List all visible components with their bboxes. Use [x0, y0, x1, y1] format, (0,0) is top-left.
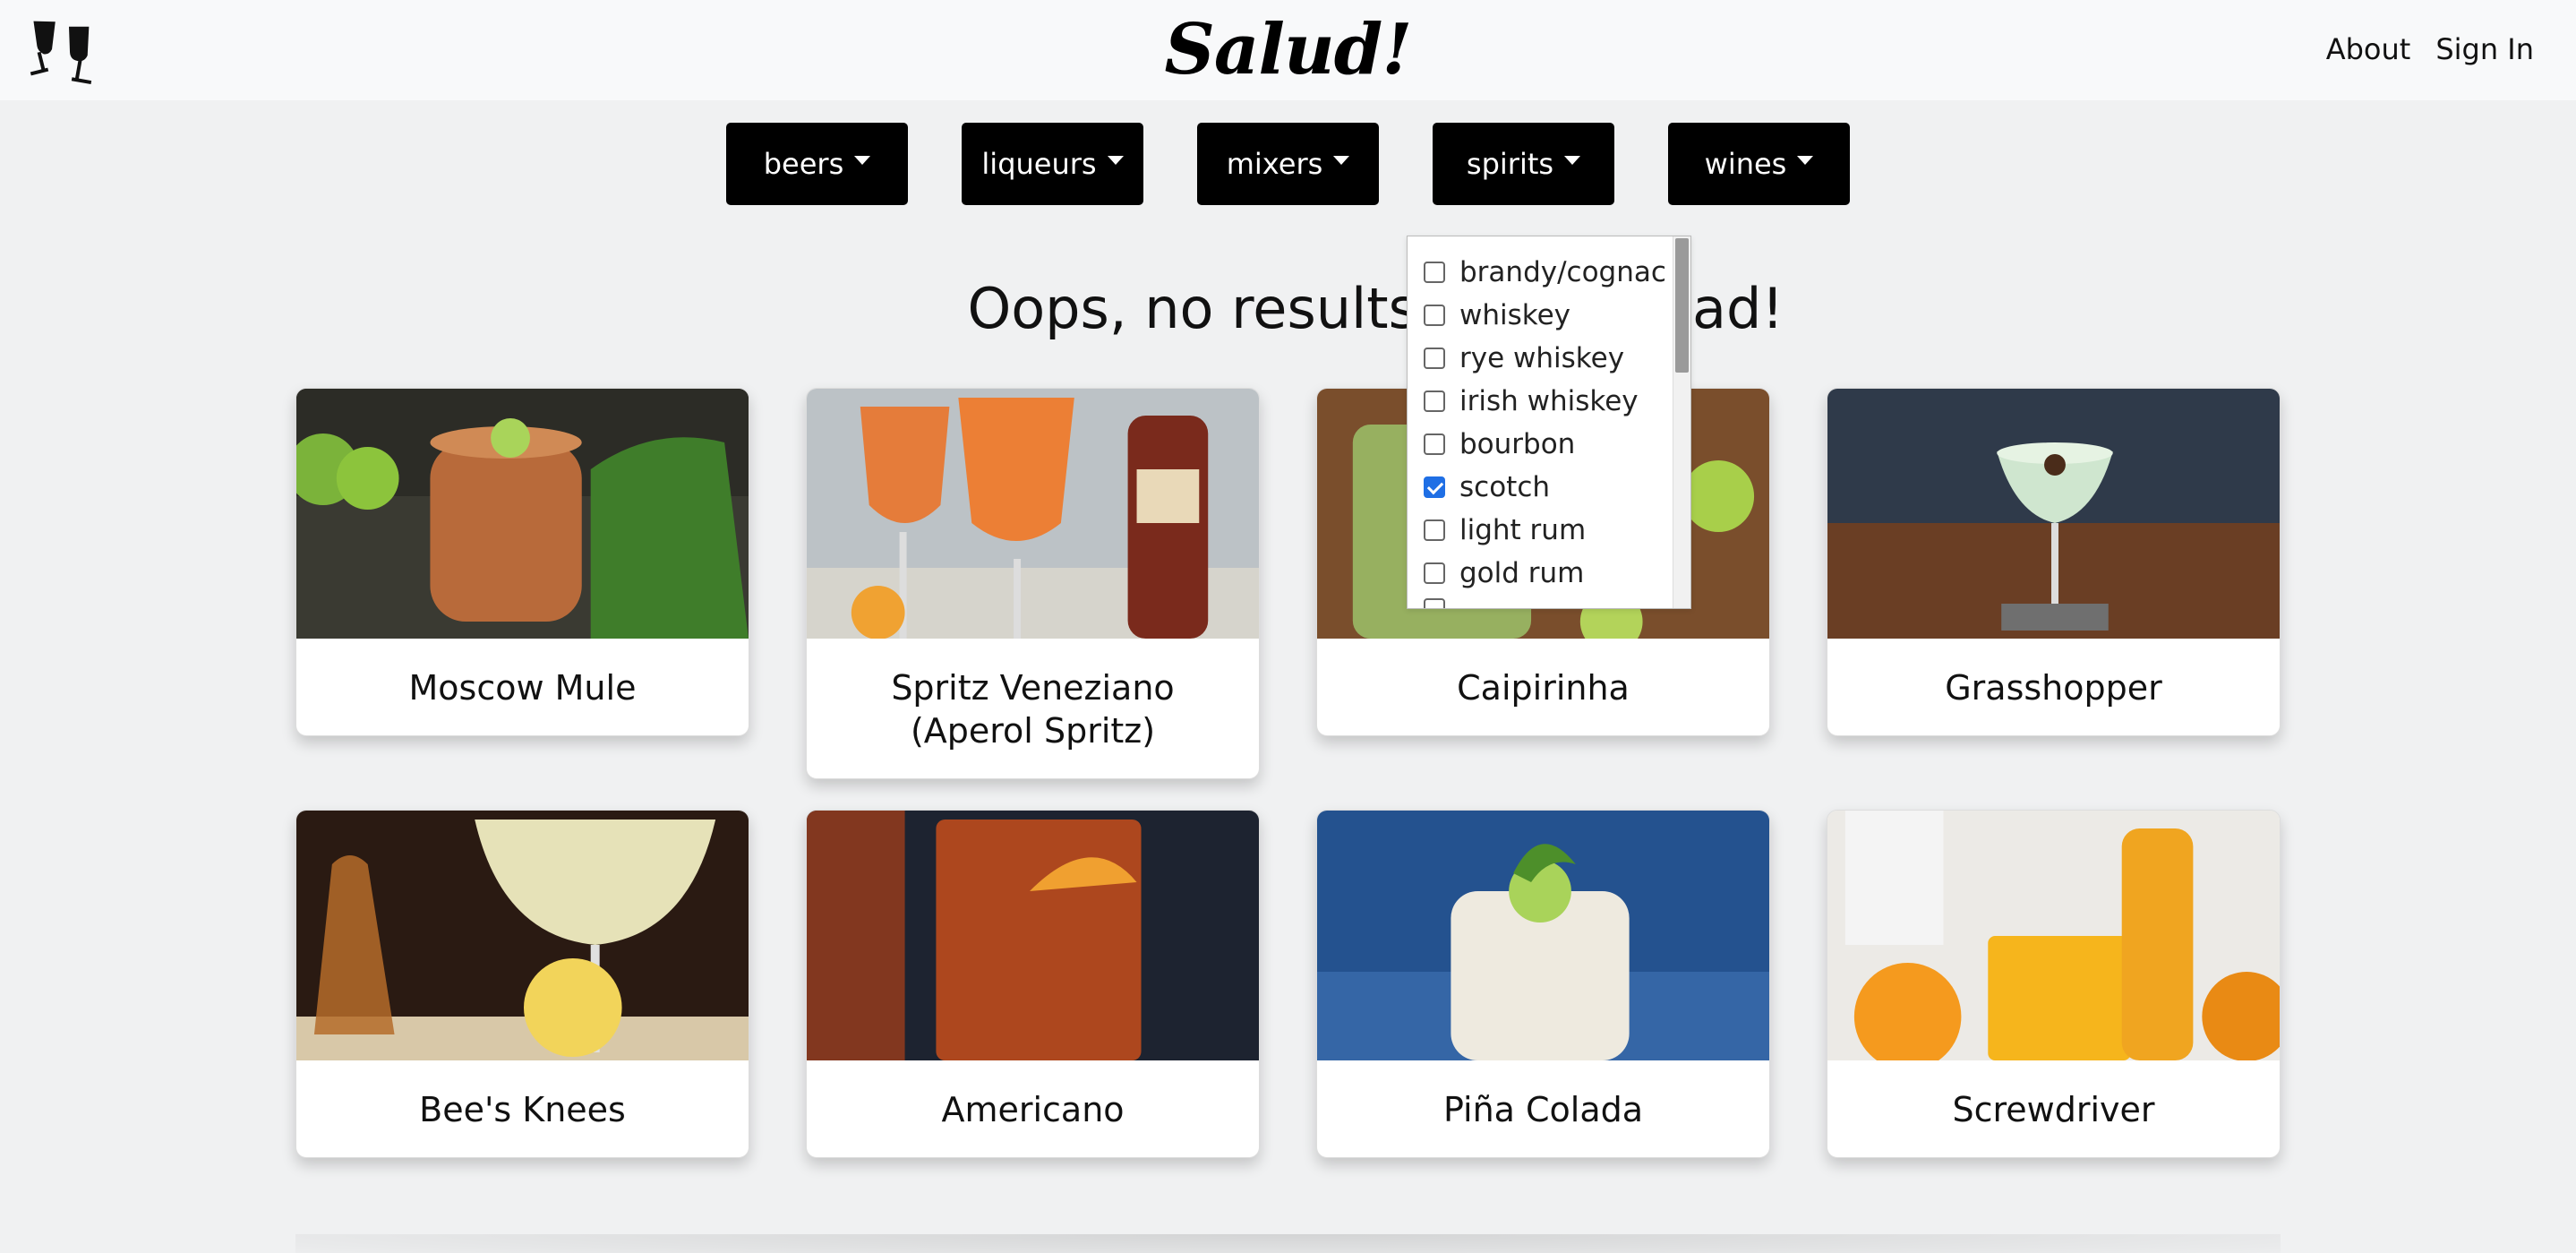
scrollbar-thumb[interactable] [1675, 238, 1689, 373]
filter-label: mixers [1226, 147, 1323, 181]
drink-title: Bee's Knees [419, 1090, 626, 1129]
message-tail: ad! [1692, 276, 1784, 341]
filter-label: liqueurs [981, 147, 1097, 181]
option-label: irish whiskey [1459, 385, 1639, 417]
drink-image [1827, 811, 2280, 1060]
drink-card-grasshopper[interactable]: Grasshopper [1827, 388, 2281, 736]
filter-label: spirits [1466, 147, 1554, 181]
option-light-rum[interactable]: light rum [1424, 514, 1586, 546]
nav-about-link[interactable]: About [2326, 32, 2411, 66]
drink-title: Grasshopper [1945, 668, 2162, 708]
drink-title: Screwdriver [1952, 1090, 2155, 1129]
drink-title: Americano [941, 1090, 1125, 1129]
caret-down-icon [854, 156, 871, 165]
drink-card-bees-knees[interactable]: Bee's Knees [295, 810, 749, 1158]
filter-label: beers [763, 147, 844, 181]
checkbox-checked[interactable] [1424, 476, 1445, 498]
caret-down-icon [1797, 156, 1814, 165]
drink-card-americano[interactable]: Americano [806, 810, 1260, 1158]
checkbox[interactable] [1424, 562, 1445, 584]
drink-title: Moscow Mule [408, 668, 637, 708]
option-label: rye whiskey [1459, 342, 1625, 374]
checkbox[interactable] [1424, 348, 1445, 369]
filter-liqueurs-button[interactable]: liqueurs [962, 123, 1143, 205]
drink-title: Caipirinha [1457, 668, 1630, 708]
nav-sign-in-link[interactable]: Sign In [2435, 32, 2534, 66]
drink-image [1317, 811, 1769, 1060]
drink-image [807, 811, 1259, 1060]
checkbox[interactable] [1424, 262, 1445, 283]
filter-beers-button[interactable]: beers [726, 123, 908, 205]
filter-label: wines [1704, 147, 1787, 181]
option-gold-rum[interactable]: gold rum [1424, 557, 1584, 589]
drink-image [1827, 389, 2280, 639]
caret-down-icon [1107, 156, 1124, 165]
option-brandy-cognac[interactable]: brandy/cognac [1424, 256, 1666, 288]
option-label: scotch [1459, 471, 1551, 503]
filter-bar: beers liqueurs mixers spirits wines [0, 123, 2576, 205]
checkbox [1424, 598, 1445, 608]
checkbox[interactable] [1424, 390, 1445, 412]
bottom-shadow [295, 1234, 2281, 1253]
filter-mixers-button[interactable]: mixers [1197, 123, 1379, 205]
option-bourbon[interactable]: bourbon [1424, 428, 1575, 460]
drink-card-screwdriver[interactable]: Screwdriver [1827, 810, 2281, 1158]
option-label: gold rum [1459, 557, 1585, 589]
checkbox[interactable] [1424, 433, 1445, 455]
drink-image [807, 389, 1259, 639]
option-rye-whiskey[interactable]: rye whiskey [1424, 342, 1624, 374]
drink-image [296, 811, 749, 1060]
drink-title: Spritz Veneziano (Aperol Spritz) [891, 668, 1175, 751]
option-label: bourbon [1459, 428, 1576, 460]
drink-card-pina-colada[interactable]: Piña Colada [1316, 810, 1770, 1158]
option-irish-whiskey[interactable]: irish whiskey [1424, 385, 1639, 417]
navbar: Salud! About Sign In [0, 0, 2576, 100]
option-whiskey[interactable]: whiskey [1424, 299, 1570, 331]
drink-card-moscow-mule[interactable]: Moscow Mule [295, 388, 749, 736]
caret-down-icon [1333, 156, 1350, 165]
spirits-dropdown-menu[interactable]: brandy/cognac whiskey rye whiskey irish … [1407, 236, 1691, 609]
caret-down-icon [1564, 156, 1581, 165]
checkbox[interactable] [1424, 519, 1445, 541]
site-brand[interactable]: Salud! [0, 7, 2576, 93]
drink-card-spritz[interactable]: Spritz Veneziano (Aperol Spritz) [806, 388, 1260, 779]
option-label: light rum [1459, 514, 1587, 546]
option-scotch[interactable]: scotch [1424, 471, 1550, 503]
filter-wines-button[interactable]: wines [1668, 123, 1850, 205]
no-results-message: Oops, no results. Try th [0, 273, 2576, 345]
dropdown-scrollbar[interactable] [1673, 236, 1690, 608]
nav-links: About Sign In [2326, 32, 2534, 66]
option-label: brandy/cognac [1459, 256, 1666, 288]
drink-title: Piña Colada [1442, 1090, 1644, 1129]
option-label: whiskey [1459, 299, 1571, 331]
option-partial [1424, 598, 1459, 608]
drink-image [296, 389, 749, 639]
filter-spirits-button[interactable]: spirits [1433, 123, 1614, 205]
checkbox[interactable] [1424, 305, 1445, 326]
